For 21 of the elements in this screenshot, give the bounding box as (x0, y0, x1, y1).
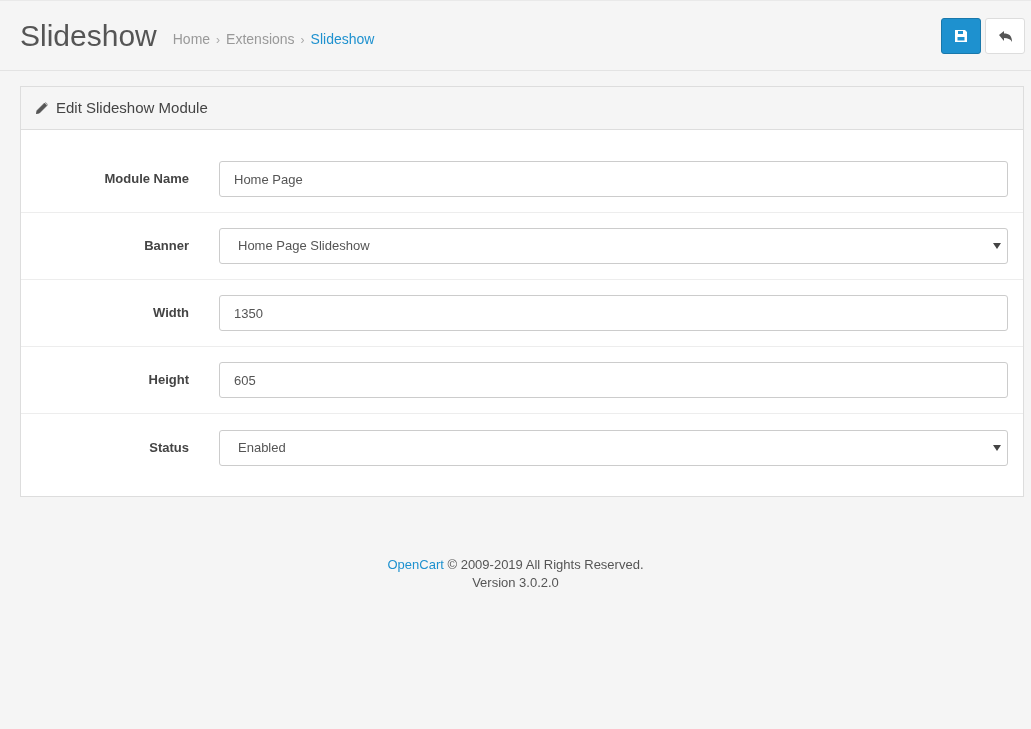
dropdown-field[interactable]: Enabled (219, 429, 1008, 466)
dropdown-field[interactable]: Home Page Slideshow (219, 228, 1008, 264)
back-button[interactable] (985, 17, 1025, 54)
field-label: Height (147, 371, 189, 390)
breadcrumb-separator: › (216, 31, 221, 49)
text-field[interactable]: 605 (219, 362, 1008, 398)
panel-title: Edit Slideshow Module (56, 97, 208, 118)
copyright-notice: OpenCart © 2009-2019 All Rights Reserved. (386, 556, 645, 574)
field-label: Banner (143, 237, 189, 256)
text-field[interactable]: 1350 (219, 295, 1008, 331)
save-button[interactable] (941, 17, 981, 54)
field-label: Status (148, 438, 189, 457)
breadcrumb-separator: › (300, 31, 305, 49)
version-text: Version 3.0.2.0 (471, 574, 560, 592)
save-icon (955, 30, 967, 43)
pencil-icon (36, 102, 48, 114)
field-label: Width (152, 304, 189, 323)
field-label: Module Name (103, 170, 189, 189)
page-title: Slideshow (20, 17, 157, 54)
reply-arrow-icon (998, 30, 1012, 42)
text-field[interactable]: Home Page (219, 161, 1008, 197)
